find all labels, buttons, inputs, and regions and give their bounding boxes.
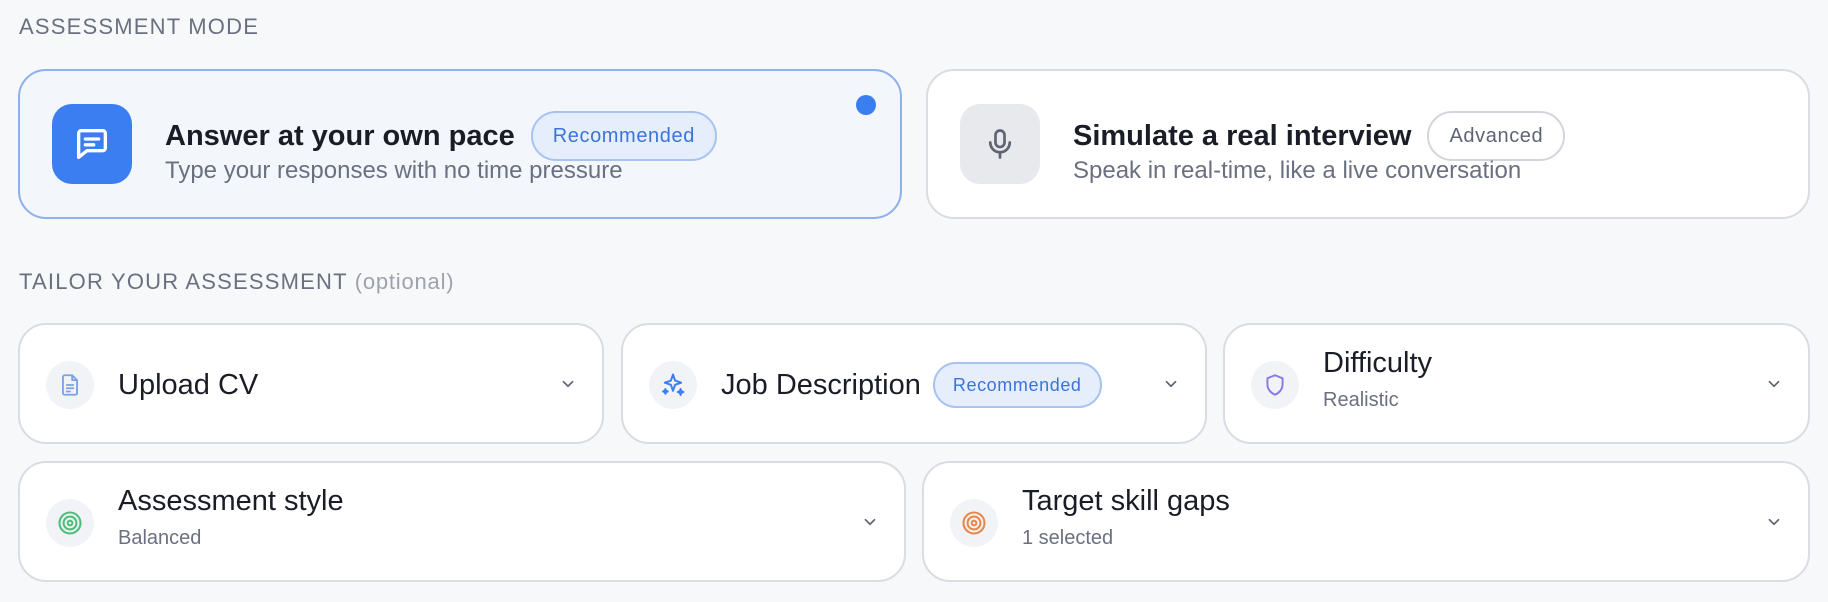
tailor-label-text: TAILOR YOUR ASSESSMENT [19,269,348,294]
recommended-badge: Recommended [932,362,1102,408]
mode-subtitle: Speak in real-time, like a live conversa… [1073,157,1522,184]
option-title-text: Difficulty [1323,346,1433,379]
option-title-text: Upload CV [118,368,259,401]
document-icon [46,361,94,409]
sparkle-icon [649,361,697,409]
option-title: Upload CV [118,355,258,415]
mode-title: Simulate a real interview Advanced [1073,111,1566,161]
option-title-text: Job Description [721,368,921,401]
chevron-down-icon[interactable] [558,374,578,394]
mode-option-own-pace[interactable]: Answer at your own pace Recommended Type… [18,69,902,219]
recommended-badge: Recommended [530,111,717,161]
optional-label: (optional) [354,269,455,294]
chevron-down-icon[interactable] [1764,512,1784,532]
option-title: Difficulty [1323,343,1432,383]
target-icon [950,499,998,547]
advanced-badge: Advanced [1427,111,1566,161]
chevron-down-icon[interactable] [860,512,880,532]
option-value: 1 selected [1022,527,1114,549]
tailor-assessment-label: TAILOR YOUR ASSESSMENT (optional) [19,269,454,295]
chevron-down-icon[interactable] [1764,374,1784,394]
chat-message-icon [52,104,132,184]
option-title: Assessment style [118,481,344,521]
shield-icon [1251,361,1299,409]
target-icon [46,499,94,547]
mode-title-text: Simulate a real interview [1073,119,1412,152]
option-value: Realistic [1323,389,1399,411]
assessment-mode-label: ASSESSMENT MODE [19,14,260,39]
upload-cv-option[interactable]: Upload CV [18,323,604,444]
selected-indicator [856,95,876,115]
mode-option-real-interview[interactable]: Simulate a real interview Advanced Speak… [926,69,1810,219]
option-title-text: Assessment style [118,484,344,517]
microphone-icon [960,104,1040,184]
difficulty-option[interactable]: Difficulty Realistic [1223,323,1810,444]
mode-title-text: Answer at your own pace [165,119,515,152]
assessment-style-option[interactable]: Assessment style Balanced [18,461,906,582]
option-title: Job Description Recommended [721,355,1102,415]
option-title: Target skill gaps [1022,481,1230,521]
option-title-text: Target skill gaps [1022,484,1230,517]
mode-title: Answer at your own pace Recommended [165,111,717,161]
job-description-option[interactable]: Job Description Recommended [621,323,1207,444]
mode-subtitle: Type your responses with no time pressur… [165,157,623,184]
option-value: Balanced [118,527,202,549]
chevron-down-icon[interactable] [1161,374,1181,394]
target-skill-gaps-option[interactable]: Target skill gaps 1 selected [922,461,1810,582]
